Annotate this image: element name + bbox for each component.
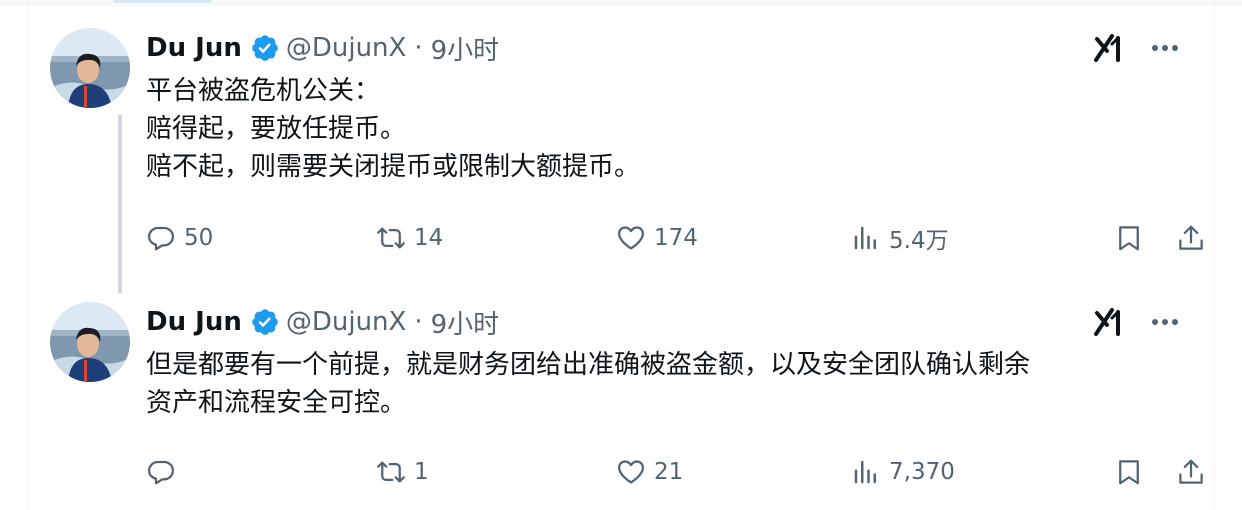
share-button[interactable] (1176, 218, 1206, 258)
avatar[interactable] (50, 28, 130, 108)
grok-icon[interactable] (1092, 31, 1126, 65)
like-count: 174 (654, 225, 698, 251)
like-icon (618, 226, 644, 250)
like-button[interactable]: 21 (616, 452, 683, 492)
more-icon[interactable] (1145, 307, 1185, 337)
thread-line (118, 115, 122, 293)
bookmark-icon (1119, 226, 1139, 251)
views-icon (854, 226, 876, 250)
tweet-header: Du Jun @DujunX · 9小时 (146, 302, 499, 342)
verified-badge-icon (252, 309, 278, 335)
reply-icon (148, 460, 174, 485)
author-handle[interactable]: @DujunX (286, 307, 407, 337)
views-icon (854, 460, 876, 484)
avatar[interactable] (50, 302, 130, 382)
bookmark-button[interactable] (1114, 218, 1144, 258)
views-count: 5.4万 (889, 228, 949, 254)
reply-count: 50 (184, 225, 214, 251)
more-icon[interactable] (1145, 33, 1185, 63)
separator: · (414, 307, 423, 337)
action-bar: 50 14 174 5.4万 (146, 218, 1203, 258)
verified-badge-icon (252, 35, 278, 61)
repost-count: 14 (414, 225, 444, 251)
tweet-header: Du Jun @DujunX · 9小时 (146, 28, 499, 68)
tweet-1[interactable]: Du Jun @DujunX · 9小时 平台被盗危机公关： 赔得起，要放任提币… (30, 0, 1214, 293)
separator: · (414, 33, 423, 63)
like-count: 21 (654, 459, 684, 485)
avatar-image (50, 28, 130, 108)
like-button[interactable]: 174 (616, 218, 698, 258)
tweet-text-line: 平台被盗危机公关： (146, 76, 381, 106)
timestamp[interactable]: 9小时 (431, 30, 500, 67)
reply-button[interactable]: 50 (146, 218, 213, 258)
repost-button[interactable]: 1 (376, 452, 429, 492)
tweet-text-line: 赔不起，则需要关闭提币或限制大额提币。 (146, 152, 641, 182)
views-button[interactable]: 5.4万 (851, 218, 949, 258)
share-button[interactable] (1176, 452, 1206, 492)
tweet-text-line: 资产和流程安全可控。 (146, 388, 407, 418)
bookmark-icon (1119, 460, 1139, 485)
reply-icon (148, 226, 174, 251)
action-bar: 1 21 7,370 (146, 452, 1203, 492)
repost-button[interactable]: 14 (376, 218, 443, 258)
repost-icon (377, 227, 405, 249)
tweet-2[interactable]: Du Jun @DujunX · 9小时 但是都要有一个前提，就是财务团给出准确… (30, 290, 1214, 510)
avatar-image (50, 302, 130, 382)
grok-icon[interactable] (1092, 305, 1126, 339)
tweet-text: 但是都要有一个前提，就是财务团给出准确被盗金额，以及安全团队确认剩余 资产和流程… (146, 346, 1186, 422)
tweet-text-line: 但是都要有一个前提，就是财务团给出准确被盗金额，以及安全团队确认剩余 (146, 350, 1031, 380)
like-icon (618, 460, 644, 484)
share-icon (1179, 459, 1203, 484)
bookmark-button[interactable] (1114, 452, 1144, 492)
author-name[interactable]: Du Jun (146, 307, 242, 337)
author-name[interactable]: Du Jun (146, 33, 242, 63)
views-button[interactable]: 7,370 (851, 452, 955, 492)
tweet-thread: Du Jun @DujunX · 9小时 平台被盗危机公关： 赔得起，要放任提币… (0, 0, 1242, 510)
timestamp[interactable]: 9小时 (431, 304, 500, 341)
divider (1214, 0, 1215, 510)
tweet-text-line: 赔得起，要放任提币。 (146, 114, 407, 144)
tweet-text: 平台被盗危机公关： 赔得起，要放任提币。 赔不起，则需要关闭提币或限制大额提币。 (146, 72, 1186, 186)
author-handle[interactable]: @DujunX (286, 33, 407, 63)
divider (28, 0, 29, 510)
repost-icon (377, 461, 405, 483)
share-icon (1179, 225, 1203, 250)
reply-button[interactable] (146, 452, 184, 492)
views-count: 7,370 (889, 459, 955, 485)
repost-count: 1 (414, 459, 429, 485)
